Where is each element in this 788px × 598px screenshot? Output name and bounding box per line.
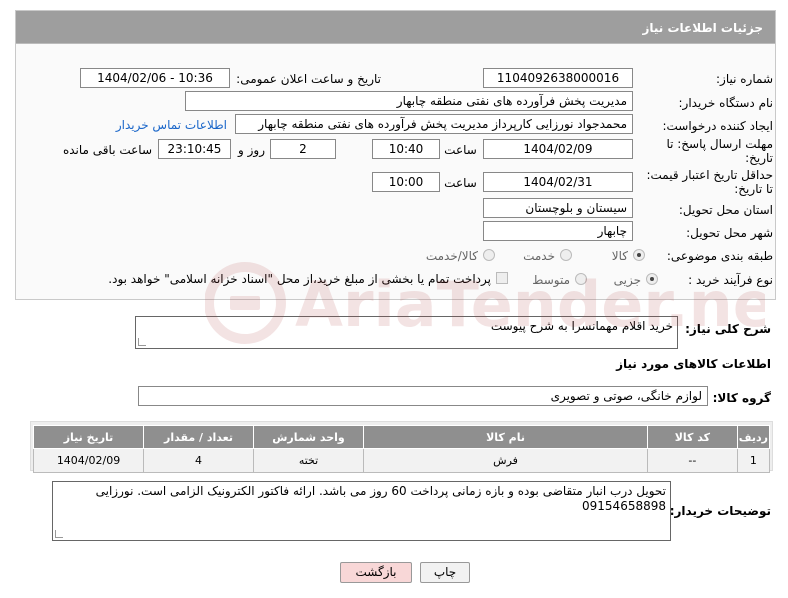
col-code: کد کالا [647, 425, 738, 449]
process-option-medium: متوسط [532, 273, 570, 287]
deadline-time-label: ساعت [444, 143, 477, 157]
category-label: طبقه بندی موضوعی: [666, 249, 773, 263]
description-textarea[interactable]: خرید اقلام مهمانسرا به شرح پیوست [135, 316, 678, 349]
buyer-org-label: نام دستگاه خریدار: [678, 96, 774, 110]
process-option-minor: جزیی [613, 273, 641, 287]
validity-label: حداقل تاریخ اعتبار قیمت: [646, 168, 773, 182]
need-number-label: شماره نیاز: [716, 72, 773, 86]
col-need-date: تاریخ نیاز [32, 425, 145, 449]
validity-date-field[interactable]: 1404/02/31 [483, 172, 633, 192]
panel-header: جزئیات اطلاعات نیاز [16, 11, 775, 44]
goods-group-field[interactable]: لوازم خانگی، صوتی و تصویری [138, 386, 708, 406]
validity-time-label: ساعت [444, 176, 477, 190]
announce-field[interactable]: 1404/02/06 - 10:36 [80, 68, 230, 88]
cell-quantity: 4 [143, 448, 255, 473]
province-label: استان محل تحویل: [678, 203, 773, 217]
announce-label: تاریخ و ساعت اعلان عمومی: [236, 72, 381, 86]
col-row: ردیف [736, 425, 771, 449]
resize-grip-icon[interactable] [138, 338, 146, 346]
validity-label-date: تا تاریخ: [734, 182, 773, 196]
buyer-notes-text: تحویل درب انبار متقاضی بوده و بازه زمانی… [95, 484, 666, 513]
province-field[interactable]: سیستان و بلوچستان [483, 198, 633, 218]
category-option-service: خدمت [523, 249, 555, 263]
cell-name: فرش [362, 448, 649, 473]
cell-row: 1 [736, 448, 771, 473]
city-field[interactable]: چابهار [483, 221, 633, 241]
buyer-notes-textarea[interactable]: تحویل درب انبار متقاضی بوده و بازه زمانی… [52, 481, 671, 541]
col-quantity: تعداد / مقدار [143, 425, 255, 449]
remaining-label: ساعت باقی مانده [62, 143, 152, 157]
items-table: ردیف کد کالا نام کالا واحد شمارش تعداد /… [32, 425, 771, 473]
resize-grip-icon[interactable] [55, 530, 63, 538]
print-button[interactable]: چاپ [420, 562, 470, 583]
goods-section-title: اطلاعات کالاهای مورد نیاز [616, 357, 771, 371]
cell-need-date: 1404/02/09 [32, 448, 145, 473]
process-radio-medium[interactable] [575, 273, 587, 285]
cell-unit: تخته [253, 448, 364, 473]
deadline-date-field[interactable]: 1404/02/09 [483, 139, 633, 159]
back-button[interactable]: بازگشت [340, 562, 412, 583]
deadline-label: مهلت ارسال پاسخ: تا [666, 137, 773, 151]
city-label: شهر محل تحویل: [686, 226, 773, 240]
table-row: 1 -- فرش تخته 4 1404/02/09 [32, 448, 771, 473]
process-label: نوع فرآیند خرید : [688, 273, 773, 287]
buyer-notes-label: توضیحات خریدار: [669, 504, 771, 518]
col-unit: واحد شمارش [253, 425, 364, 449]
category-radio-goods-service[interactable] [483, 249, 495, 261]
creator-field[interactable]: محمدجواد نورزایی کارپرداز مدیریت پخش فرآ… [235, 114, 633, 134]
creator-label: ایجاد کننده درخواست: [662, 119, 773, 133]
remaining-time-field[interactable]: 23:10:45 [158, 139, 231, 159]
description-label: شرح کلی نیاز: [685, 322, 771, 336]
contact-info-link[interactable]: اطلاعات تماس خریدار [116, 118, 227, 132]
col-name: نام کالا [362, 425, 649, 449]
process-radio-minor[interactable] [646, 273, 658, 285]
deadline-time-field[interactable]: 10:40 [372, 139, 440, 159]
description-text: خرید اقلام مهمانسرا به شرح پیوست [490, 319, 673, 333]
cell-code: -- [647, 448, 738, 473]
buyer-org-field[interactable]: مدیریت پخش فرآورده های نفتی منطقه چابهار [185, 91, 633, 111]
category-radio-service[interactable] [560, 249, 572, 261]
treasury-payment-note: پرداخت تمام یا بخشی از مبلغ خرید،از محل … [108, 272, 491, 286]
category-option-goods: کالا [611, 249, 628, 263]
days-label: روز و [238, 143, 265, 157]
treasury-payment-checkbox[interactable] [496, 272, 508, 284]
need-number-field[interactable]: 1104092638000016 [483, 68, 633, 88]
category-option-goods-service: کالا/خدمت [425, 249, 478, 263]
days-field[interactable]: 2 [270, 139, 336, 159]
deadline-label-date: تاریخ: [745, 151, 773, 165]
items-table-header: ردیف کد کالا نام کالا واحد شمارش تعداد /… [32, 425, 771, 449]
panel-title: جزئیات اطلاعات نیاز [642, 21, 763, 35]
validity-time-field[interactable]: 10:00 [372, 172, 440, 192]
category-radio-goods[interactable] [633, 249, 645, 261]
goods-group-label: گروه کالا: [712, 391, 771, 405]
